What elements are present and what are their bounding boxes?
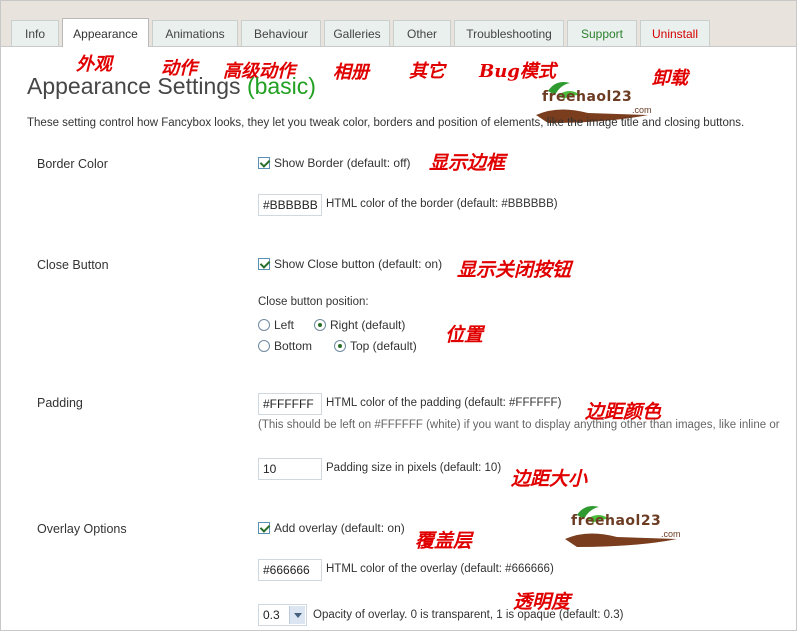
watermark-brand-2: freehaol23 bbox=[571, 513, 662, 529]
watermark-domain: .com bbox=[632, 105, 652, 115]
padding-label: Padding bbox=[37, 396, 83, 410]
border-color-label: Border Color bbox=[37, 157, 108, 171]
tab-galleries[interactable]: Galleries bbox=[324, 20, 390, 46]
show-border-row[interactable]: Show Border (default: off) bbox=[258, 156, 411, 170]
show-border-label: Show Border (default: off) bbox=[274, 156, 411, 170]
settings-window: Info Appearance Animations Behaviour Gal… bbox=[0, 0, 797, 631]
radio-top-row[interactable]: Top (default) bbox=[334, 339, 417, 353]
border-color-desc: HTML color of the border (default: #BBBB… bbox=[326, 198, 558, 210]
add-overlay-row[interactable]: Add overlay (default: on) bbox=[258, 521, 405, 535]
watermark-brand: freehaol23 bbox=[542, 89, 633, 105]
overlay-opacity-value: 0.3 bbox=[263, 608, 280, 622]
overlay-opacity-desc: Opacity of overlay. 0 is transparent, 1 … bbox=[313, 609, 624, 621]
padding-size-desc: Padding size in pixels (default: 10) bbox=[326, 462, 502, 474]
title-basic-tag: (basic) bbox=[246, 73, 316, 99]
radio-right[interactable] bbox=[314, 319, 326, 331]
tab-bar: Info Appearance Animations Behaviour Gal… bbox=[1, 1, 796, 47]
radio-top[interactable] bbox=[334, 340, 346, 352]
border-color-input[interactable]: #BBBBBB bbox=[258, 194, 322, 216]
close-position-label: Close button position: bbox=[258, 296, 369, 308]
page-title: Appearance Settings (basic) bbox=[27, 73, 316, 99]
radio-bottom[interactable] bbox=[258, 340, 270, 352]
watermark-domain-2: .com bbox=[661, 529, 681, 539]
radio-top-label: Top (default) bbox=[350, 339, 417, 353]
watermark-logo-2: freehaol23 .com bbox=[557, 503, 697, 553]
add-overlay-checkbox[interactable] bbox=[258, 522, 270, 534]
show-close-checkbox[interactable] bbox=[258, 258, 270, 270]
overlay-color-desc: HTML color of the overlay (default: #666… bbox=[326, 563, 554, 575]
radio-left[interactable] bbox=[258, 319, 270, 331]
radio-bottom-row[interactable]: Bottom bbox=[258, 339, 312, 353]
padding-hint: (This should be left on #FFFFFF (white) … bbox=[258, 419, 780, 431]
annotation-padding-size: 边距大小 bbox=[511, 468, 588, 490]
annotation-show-border: 显示边框 bbox=[429, 152, 506, 174]
annotation-position: 位置 bbox=[445, 324, 484, 346]
overlay-color-input[interactable]: #666666 bbox=[258, 559, 322, 581]
tab-uninstall[interactable]: Uninstall bbox=[640, 20, 710, 46]
overlay-options-label: Overlay Options bbox=[37, 522, 127, 536]
show-close-row[interactable]: Show Close button (default: on) bbox=[258, 257, 442, 271]
tab-troubleshooting[interactable]: Troubleshooting bbox=[454, 20, 564, 46]
annotation-show-close: 显示关闭按钮 bbox=[457, 259, 572, 281]
add-overlay-label: Add overlay (default: on) bbox=[274, 521, 405, 535]
close-button-label: Close Button bbox=[37, 258, 109, 272]
tab-other[interactable]: Other bbox=[393, 20, 451, 46]
radio-right-label: Right (default) bbox=[330, 318, 406, 332]
radio-left-label: Left bbox=[274, 318, 295, 332]
show-close-label: Show Close button (default: on) bbox=[274, 257, 443, 271]
overlay-opacity-select[interactable]: 0.3 bbox=[258, 604, 307, 626]
annotation-galleries: 相册 bbox=[333, 62, 369, 83]
tab-support[interactable]: Support bbox=[567, 20, 637, 46]
radio-bottom-label: Bottom bbox=[274, 339, 313, 353]
annotation-overlay: 覆盖层 bbox=[415, 530, 473, 552]
tab-behaviour[interactable]: Behaviour bbox=[241, 20, 321, 46]
padding-color-input[interactable]: #FFFFFF bbox=[258, 393, 322, 415]
annotation-other: 其它 bbox=[409, 61, 445, 82]
show-border-checkbox[interactable] bbox=[258, 157, 270, 169]
tab-animations[interactable]: Animations bbox=[152, 20, 238, 46]
radio-left-row[interactable]: Left bbox=[258, 318, 294, 332]
padding-size-input[interactable]: 10 bbox=[258, 458, 322, 480]
radio-right-row[interactable]: Right (default) bbox=[314, 318, 405, 332]
padding-color-desc: HTML color of the padding (default: #FFF… bbox=[326, 397, 562, 409]
chevron-down-icon[interactable] bbox=[289, 606, 305, 624]
tab-appearance[interactable]: Appearance bbox=[62, 18, 149, 47]
tab-info[interactable]: Info bbox=[11, 20, 59, 46]
page-description: These setting control how Fancybox looks… bbox=[27, 117, 745, 129]
